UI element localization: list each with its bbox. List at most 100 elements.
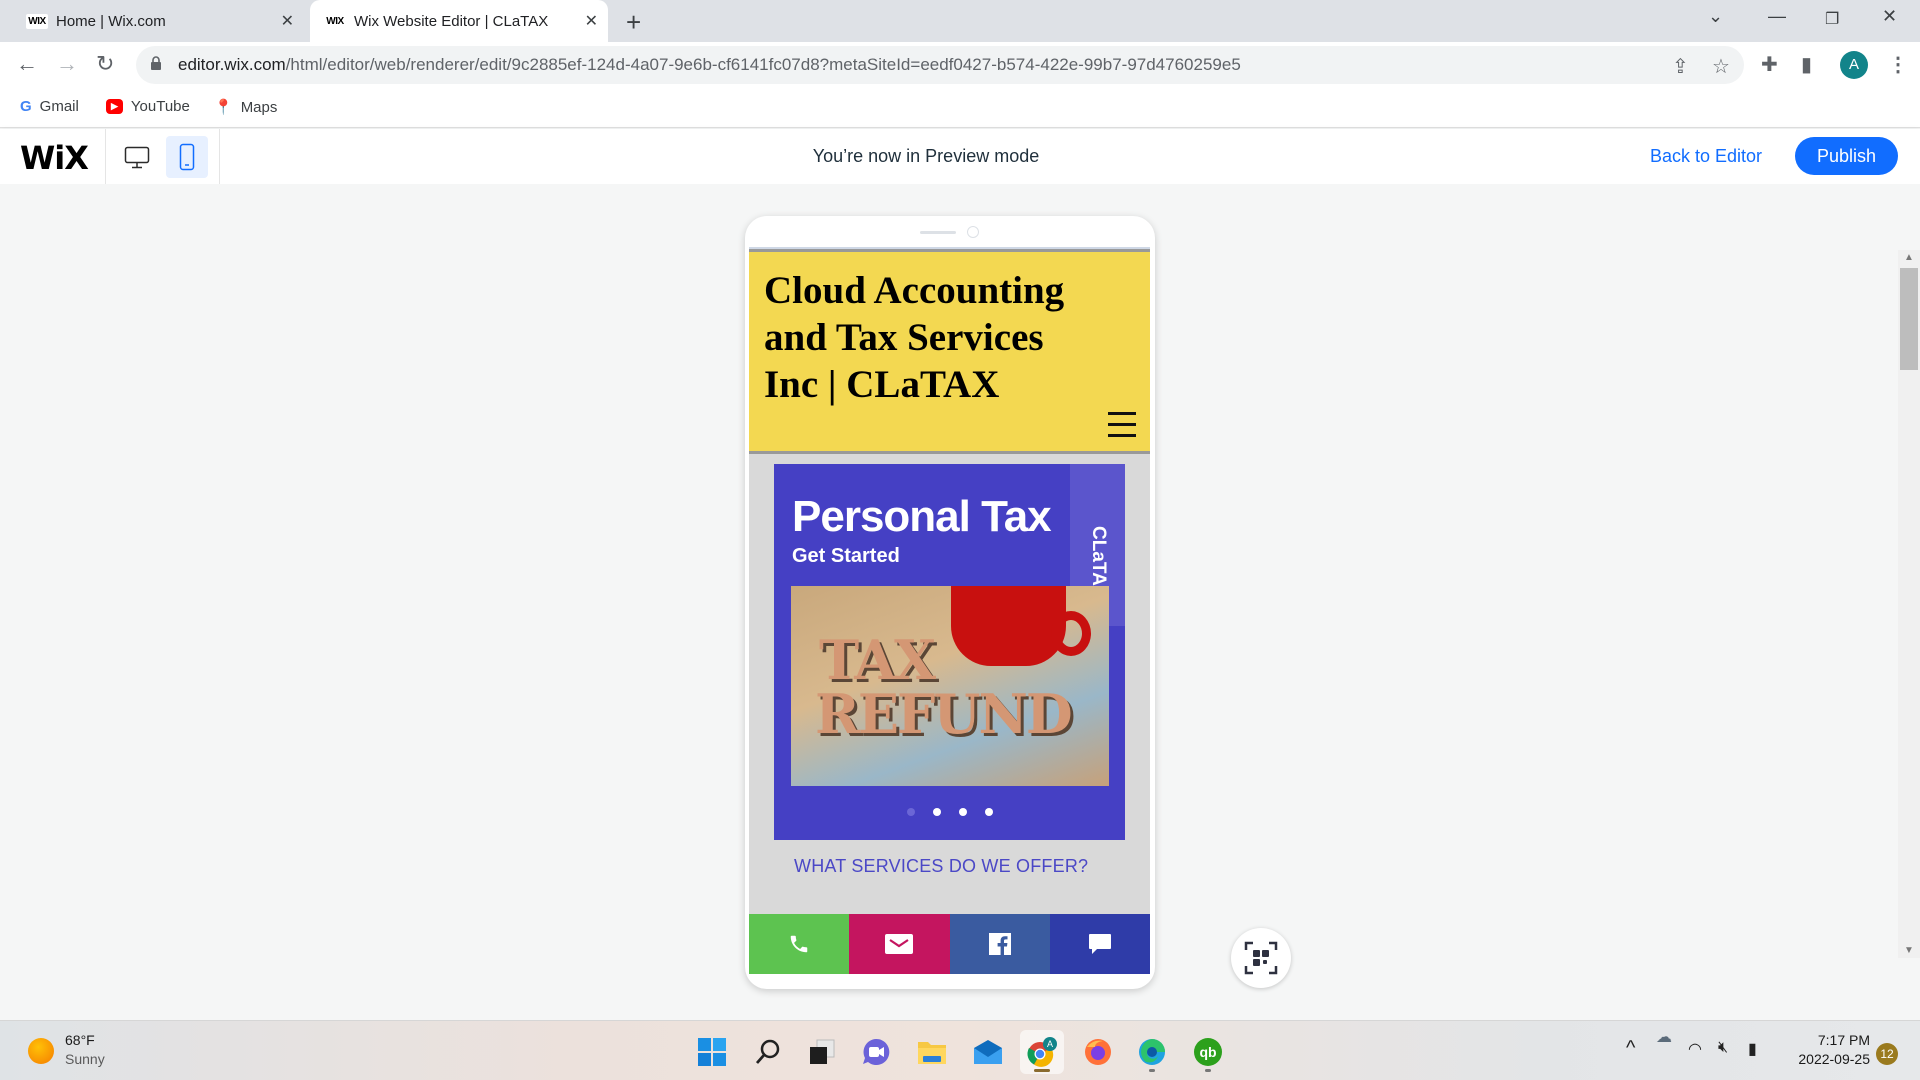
reload-icon[interactable]: ↻	[96, 51, 114, 77]
share-icon[interactable]: ⇪	[1672, 54, 1689, 79]
preview-mode-message: You’re now in Preview mode	[812, 146, 1040, 166]
close-window-icon[interactable]: ✕	[1882, 6, 1897, 27]
image-word-tax: TAX	[819, 628, 936, 692]
page-scrollbar[interactable]: ▲ ▼	[1898, 250, 1920, 958]
slide-dot-3[interactable]	[958, 808, 967, 816]
profile-avatar[interactable]: A	[1840, 51, 1868, 79]
scroll-down-arrow-icon[interactable]: ▼	[1904, 945, 1914, 956]
folder-icon	[918, 1042, 946, 1064]
windows-logo-icon	[698, 1038, 726, 1066]
minimize-icon[interactable]: —	[1768, 6, 1786, 27]
taskbar-search-button[interactable]	[746, 1030, 790, 1074]
url-text[interactable]: editor.wix.com/html/editor/web/renderer/…	[178, 55, 1241, 75]
mail-button[interactable]	[966, 1030, 1010, 1074]
firefox-icon	[1085, 1039, 1111, 1065]
forward-arrow-icon[interactable]: →	[56, 51, 78, 77]
browser-tab-strip: WIX Home | Wix.com ✕ WIX Wix Website Edi…	[0, 0, 1920, 42]
facebook-icon	[988, 933, 1011, 955]
publish-button[interactable]: Publish	[1795, 137, 1898, 175]
mug-handle	[1051, 611, 1091, 656]
mail-envelope-icon	[974, 1040, 1002, 1064]
notification-count-badge[interactable]: 12	[1876, 1043, 1898, 1065]
slide-dot-2[interactable]	[932, 808, 941, 816]
image-word-refund: REFUND	[815, 682, 1073, 746]
sun-weather-icon[interactable]	[28, 1038, 54, 1064]
address-bar[interactable]: editor.wix.com/html/editor/web/renderer/…	[136, 46, 1744, 84]
edge-button[interactable]	[1130, 1030, 1174, 1074]
bookmark-maps[interactable]: 📍 Maps	[214, 98, 277, 117]
call-button[interactable]	[749, 914, 850, 974]
hero-slideshow[interactable]: Personal Tax Get Started CLaTAX TAX REFU…	[774, 464, 1125, 840]
volume-muted-icon[interactable]: 🔇︎	[1718, 1039, 1728, 1057]
extensions-puzzle-icon[interactable]: ✚	[1761, 52, 1778, 77]
tab-search-chevron-icon[interactable]: ⌄	[1708, 6, 1723, 27]
wix-favicon-icon: WIX	[324, 13, 346, 29]
show-hidden-icons-chevron[interactable]: ^	[1626, 1037, 1635, 1060]
battery-charging-icon[interactable]: ▮	[1748, 1039, 1757, 1059]
services-link[interactable]: WHAT SERVICES DO WE OFFER?	[794, 856, 1088, 877]
side-panel-icon[interactable]: ▮	[1801, 52, 1812, 77]
close-tab-icon[interactable]: ✕	[281, 11, 294, 31]
weather-condition[interactable]: Sunny	[65, 1051, 105, 1067]
tab-wix-editor[interactable]: WIX Wix Website Editor | CLaTAX ✕	[310, 0, 608, 42]
running-indicator	[1205, 1069, 1211, 1072]
chat-bubble-icon	[1088, 934, 1111, 954]
back-to-editor-link[interactable]: Back to Editor	[1650, 146, 1762, 167]
site-header: Cloud Accounting and Tax Services Inc | …	[749, 249, 1150, 454]
tax-refund-image: TAX REFUND	[791, 586, 1109, 786]
firefox-button[interactable]	[1076, 1030, 1120, 1074]
svg-text:A: A	[1047, 1039, 1053, 1049]
lock-icon	[151, 56, 161, 70]
windows-taskbar: 68°F Sunny A qb ^ ☁ ◠ 🔇︎ ▮ 7:17 PM 2022-…	[0, 1020, 1920, 1080]
onedrive-sync-icon[interactable]: ☁	[1656, 1027, 1672, 1047]
facebook-button[interactable]	[949, 914, 1050, 974]
quickbooks-button[interactable]: qb	[1186, 1030, 1230, 1074]
browser-toolbar: ← → ↻ editor.wix.com/html/editor/web/ren…	[0, 42, 1920, 88]
new-tab-plus-icon[interactable]: +	[626, 7, 641, 38]
search-icon	[755, 1039, 780, 1064]
task-view-button[interactable]	[800, 1030, 844, 1074]
qr-code-icon	[1244, 941, 1278, 975]
chat-button[interactable]	[1049, 914, 1150, 974]
running-indicator	[1149, 1069, 1155, 1072]
back-arrow-icon[interactable]: ←	[16, 51, 38, 77]
qr-code-button[interactable]	[1231, 928, 1291, 988]
tab-title: Home | Wix.com	[56, 12, 166, 30]
slide-dot-1[interactable]	[906, 808, 915, 816]
scrollbar-thumb[interactable]	[1900, 268, 1918, 370]
bookmark-star-icon[interactable]: ☆	[1712, 54, 1730, 79]
scroll-up-arrow-icon[interactable]: ▲	[1904, 252, 1914, 263]
brand-tab-text: CLaTAX	[1088, 526, 1109, 599]
close-tab-icon[interactable]: ✕	[585, 11, 598, 31]
get-started-link[interactable]: Get Started	[792, 545, 900, 568]
bookmark-youtube[interactable]: ▶ YouTube	[106, 98, 190, 115]
clock-date[interactable]: 2022-09-25	[1788, 1051, 1870, 1067]
site-title: Cloud Accounting and Tax Services Inc | …	[764, 269, 1065, 406]
tab-home-wix[interactable]: WIX Home | Wix.com ✕	[14, 0, 304, 42]
email-button[interactable]	[849, 914, 950, 974]
phone-camera	[967, 226, 979, 238]
clock-time[interactable]: 7:17 PM	[1788, 1032, 1870, 1048]
chrome-icon: A	[1027, 1037, 1057, 1067]
wifi-icon[interactable]: ◠	[1688, 1039, 1702, 1059]
file-explorer-button[interactable]	[910, 1030, 954, 1074]
slide-dot-4[interactable]	[984, 808, 993, 816]
teams-chat-icon	[863, 1038, 890, 1065]
hamburger-menu-icon[interactable]	[1108, 412, 1136, 438]
mobile-site-screen[interactable]: Cloud Accounting and Tax Services Inc | …	[749, 247, 1150, 974]
chrome-taskbar-button[interactable]: A	[1020, 1030, 1064, 1074]
phone-speaker	[920, 231, 956, 234]
start-button[interactable]	[690, 1030, 734, 1074]
edge-icon	[1139, 1039, 1165, 1065]
teams-chat-button[interactable]	[854, 1030, 898, 1074]
restore-icon[interactable]: ❐	[1825, 9, 1839, 29]
chrome-menu-icon[interactable]: ⋮	[1888, 52, 1908, 77]
red-mug	[951, 586, 1066, 666]
weather-temperature[interactable]: 68°F	[65, 1032, 95, 1048]
bookmark-gmail[interactable]: G Gmail	[20, 98, 79, 115]
envelope-icon	[885, 934, 914, 954]
tab-title: Wix Website Editor | CLaTAX	[354, 12, 549, 30]
bookmarks-bar: G Gmail ▶ YouTube 📍 Maps	[0, 88, 1920, 128]
wix-favicon-icon: WIX	[26, 13, 48, 29]
slide-pagination	[774, 808, 1125, 816]
